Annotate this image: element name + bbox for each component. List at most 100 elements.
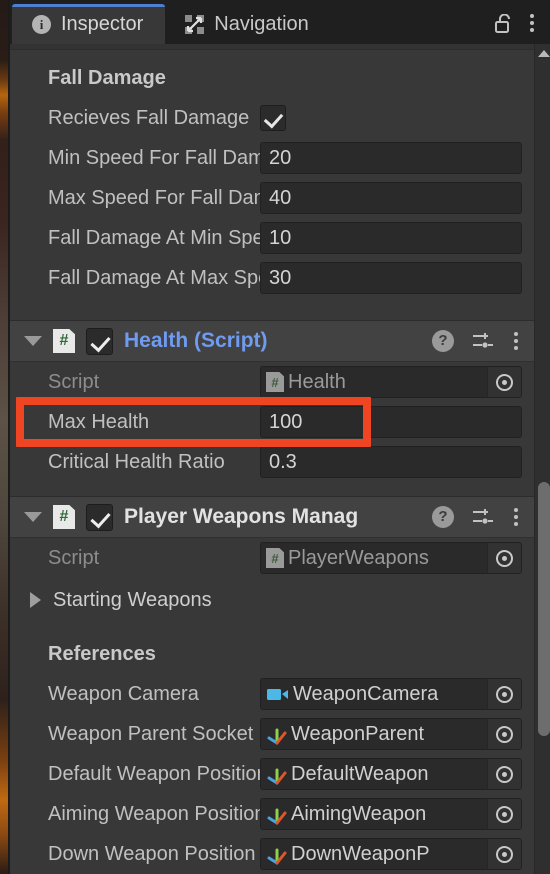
script-file-icon: # — [53, 505, 75, 529]
tab-inspector[interactable]: i Inspector — [12, 4, 166, 44]
object-picker-button[interactable] — [487, 759, 521, 789]
object-picker-button[interactable] — [487, 367, 521, 397]
label-down-weapon-position: Down Weapon Position — [48, 842, 256, 865]
label-weapon-parent-socket: Weapon Parent Socket — [48, 722, 254, 745]
row-recieves-fall-damage[interactable]: Recieves Fall Damage — [10, 98, 534, 138]
help-icon[interactable]: ? — [432, 506, 454, 528]
health-component-title: Health (Script) — [124, 329, 268, 352]
inspector-scrollbar[interactable] — [534, 44, 550, 874]
tab-bar: i Inspector Navigation — [0, 0, 550, 44]
recieves-fall-damage-checkbox[interactable] — [260, 105, 286, 131]
scrollbar-thumb[interactable] — [538, 482, 550, 736]
camera-icon — [267, 686, 289, 702]
weapon-camera-field[interactable]: WeaponCamera — [260, 678, 522, 710]
preset-icon[interactable] — [472, 331, 494, 351]
fall-damage-header-row: Fall Damage — [10, 58, 534, 98]
fall-damage-at-min-speed-input[interactable]: 10 — [260, 222, 522, 254]
row-health-script: Script # Health — [10, 362, 534, 402]
transform-icon — [266, 724, 287, 745]
kebab-menu-icon[interactable] — [528, 12, 536, 34]
label-recieves-fall-damage: Recieves Fall Damage — [48, 106, 250, 129]
panel-divider — [10, 44, 534, 50]
object-picker-button[interactable] — [487, 543, 521, 573]
weapons-foldout-icon[interactable] — [24, 512, 42, 522]
health-script-value: Health — [288, 370, 346, 393]
help-icon[interactable]: ? — [432, 330, 454, 352]
row-default-weapon-position[interactable]: Default Weapon Position DefaultWeapon — [10, 754, 534, 794]
starting-weapons-label: Starting Weapons — [53, 588, 212, 611]
references-header-row: References — [10, 634, 534, 674]
preset-icon[interactable] — [472, 507, 494, 527]
info-icon: i — [32, 14, 51, 34]
weapons-component-title: Player Weapons Manag — [124, 505, 359, 528]
scroll-up-arrow-icon[interactable] — [538, 50, 550, 57]
script-file-icon: # — [53, 329, 75, 353]
health-foldout-icon[interactable] — [24, 336, 42, 346]
kebab-menu-icon[interactable] — [512, 506, 520, 528]
critical-health-ratio-input[interactable]: 0.3 — [260, 446, 522, 478]
label-aiming-weapon-position: Aiming Weapon Position — [48, 802, 260, 825]
tab-inspector-label: Inspector — [61, 12, 144, 35]
weapon-parent-socket-value: WeaponParent — [291, 722, 425, 745]
label-critical-health-ratio: Critical Health Ratio — [48, 450, 225, 473]
chevron-right-icon[interactable] — [30, 592, 41, 608]
row-min-speed-for-fall-damage[interactable]: Min Speed For Fall Damage 20 — [10, 138, 534, 178]
transform-icon — [266, 764, 287, 785]
object-picker-button[interactable] — [487, 839, 521, 869]
row-aiming-weapon-position[interactable]: Aiming Weapon Position AimingWeapon — [10, 794, 534, 834]
label-health-script: Script — [48, 370, 100, 393]
aiming-weapon-position-field[interactable]: AimingWeapon — [260, 798, 522, 830]
weapons-script-field: # PlayerWeapons — [260, 542, 522, 574]
lock-open-icon[interactable] — [495, 13, 512, 33]
transform-icon — [266, 804, 287, 825]
fall-damage-at-max-speed-input[interactable]: 30 — [260, 262, 522, 294]
transform-icon — [266, 844, 287, 865]
references-header: References — [48, 642, 156, 665]
max-speed-for-fall-damage-input[interactable]: 40 — [260, 182, 522, 214]
label-default-weapon-position: Default Weapon Position — [48, 762, 260, 785]
navigation-icon — [185, 14, 205, 34]
object-picker-button[interactable] — [487, 679, 521, 709]
fall-damage-header: Fall Damage — [48, 66, 166, 89]
label-min-speed-for-fall-damage: Min Speed For Fall Damage — [48, 146, 260, 169]
weapons-component-header[interactable]: # Player Weapons Manag ? — [10, 496, 534, 538]
object-picker-button[interactable] — [487, 719, 521, 749]
row-weapon-parent-socket[interactable]: Weapon Parent Socket WeaponParent — [10, 714, 534, 754]
max-health-input[interactable]: 100 — [260, 406, 522, 438]
row-critical-health-ratio[interactable]: Critical Health Ratio 0.3 — [10, 442, 534, 482]
inspector-body: Fall Damage Recieves Fall Damage Min Spe… — [10, 44, 534, 874]
row-max-speed-for-fall-damage[interactable]: Max Speed For Fall Damage 40 — [10, 178, 534, 218]
row-weapons-script: Script # PlayerWeapons — [10, 538, 534, 578]
health-component-header[interactable]: # Health (Script) ? — [10, 320, 534, 362]
label-max-speed-for-fall-damage: Max Speed For Fall Damage — [48, 186, 260, 209]
object-picker-button[interactable] — [487, 799, 521, 829]
row-down-weapon-position[interactable]: Down Weapon Position DownWeaponP — [10, 834, 534, 874]
row-weapon-camera[interactable]: Weapon Camera WeaponCamera — [10, 674, 534, 714]
weapons-header-actions: ? — [432, 506, 520, 528]
weapons-enabled-checkbox[interactable] — [86, 503, 113, 531]
health-script-field: # Health — [260, 366, 522, 398]
min-speed-for-fall-damage-input[interactable]: 20 — [260, 142, 522, 174]
label-weapons-script: Script — [48, 546, 100, 569]
unity-inspector-window: i Inspector Navigation Fall Damage Recie… — [0, 0, 550, 874]
health-header-actions: ? — [432, 330, 520, 352]
aiming-weapon-position-value: AimingWeapon — [291, 802, 427, 825]
down-weapon-position-field[interactable]: DownWeaponP — [260, 838, 522, 870]
row-max-health[interactable]: Max Health 100 — [10, 402, 534, 442]
tab-bar-actions — [495, 12, 550, 44]
weapons-script-value: PlayerWeapons — [288, 546, 429, 569]
weapon-parent-socket-field[interactable]: WeaponParent — [260, 718, 522, 750]
row-fall-damage-at-min-speed[interactable]: Fall Damage At Min Speed 10 — [10, 218, 534, 258]
starting-weapons-foldout[interactable]: Starting Weapons — [10, 578, 534, 622]
tab-navigation-label: Navigation — [214, 12, 309, 35]
script-file-icon: # — [266, 372, 284, 392]
row-fall-damage-at-max-speed[interactable]: Fall Damage At Max Speed 30 — [10, 258, 534, 298]
health-enabled-checkbox[interactable] — [86, 327, 113, 355]
default-weapon-position-field[interactable]: DefaultWeapon — [260, 758, 522, 790]
weapon-camera-value: WeaponCamera — [293, 682, 439, 705]
kebab-menu-icon[interactable] — [512, 330, 520, 352]
label-fall-damage-at-max-speed: Fall Damage At Max Speed — [48, 266, 260, 289]
down-weapon-position-value: DownWeaponP — [291, 842, 430, 865]
label-max-health: Max Health — [48, 410, 150, 433]
tab-navigation[interactable]: Navigation — [165, 4, 331, 44]
